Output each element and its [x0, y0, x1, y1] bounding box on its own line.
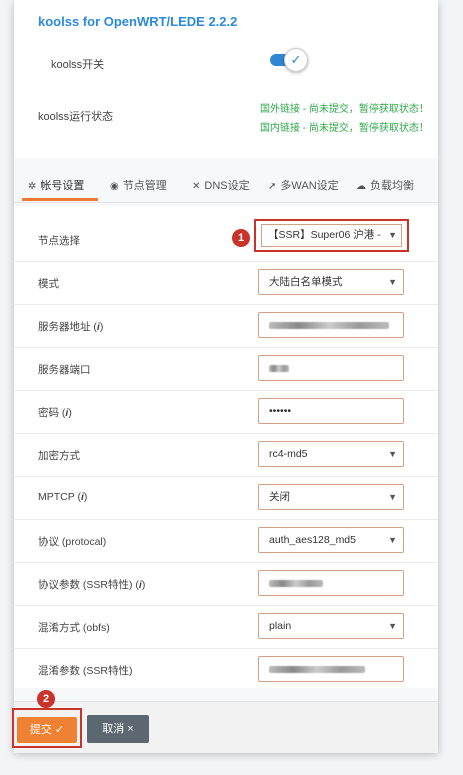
mptcp-label: MPTCP (i): [38, 491, 88, 503]
mode-value: 大陆白名单模式: [269, 276, 343, 288]
tab-label: 多WAN设定: [280, 180, 339, 192]
cloud-icon: ☁: [356, 181, 366, 192]
account-form: 节点选择 模式 大陆白名单模式 ▼ 服务器地址 (i) 服务器端口 密码 (i)…: [14, 206, 438, 688]
mptcp-value: 关闭: [269, 491, 290, 503]
chevron-down-icon: ▼: [388, 230, 397, 240]
row-obfs: 混淆方式 (obfs) plain ▼: [14, 605, 438, 649]
node-select[interactable]: 【SSR】Super06 沪港 - ▼: [261, 224, 402, 247]
encrypt-label: 加密方式: [38, 450, 80, 462]
tools-icon: ✕: [192, 181, 201, 192]
mode-label: 模式: [38, 278, 59, 290]
globe-icon: ◉: [110, 181, 119, 192]
chevron-down-icon: ▼: [388, 535, 397, 545]
redacted-value: [269, 665, 365, 673]
protocol-value: auth_aes128_md5: [269, 534, 356, 546]
app-title: koolss for OpenWRT/LEDE 2.2.2: [38, 14, 238, 29]
tab-label: DNS设定: [204, 180, 250, 192]
chevron-down-icon: ▼: [388, 449, 397, 459]
mptcp-select[interactable]: 关闭 ▼: [258, 484, 404, 510]
chevron-down-icon: ▼: [388, 492, 397, 502]
chevron-down-icon: ▼: [388, 277, 397, 287]
row-server: 服务器地址 (i): [14, 304, 438, 348]
redacted-value: [269, 579, 323, 587]
protocol-label: 协议 (protocal): [38, 536, 107, 548]
encrypt-select[interactable]: rc4-md5 ▼: [258, 441, 404, 467]
row-password: 密码 (i) ••••••: [14, 390, 438, 434]
gear-icon: ✲: [28, 181, 37, 192]
node-value: 【SSR】Super06 沪港 -: [268, 229, 381, 241]
row-mode: 模式 大陆白名单模式 ▼: [14, 261, 438, 305]
check-icon: ✓: [284, 48, 308, 72]
port-input[interactable]: [258, 355, 404, 381]
tab-multiwan[interactable]: ➚ 多WAN设定: [268, 177, 339, 193]
protocol-select[interactable]: auth_aes128_md5 ▼: [258, 527, 404, 553]
koolss-toggle[interactable]: ✓: [270, 47, 310, 73]
annotation-badge-2: 2: [37, 690, 55, 708]
row-encrypt: 加密方式 rc4-md5 ▼: [14, 433, 438, 477]
arrow-icon: ➚: [268, 181, 277, 192]
obfs-select[interactable]: plain ▼: [258, 613, 404, 639]
server-label: 服务器地址 (i): [38, 321, 104, 333]
row-protocol-param: 协议参数 (SSR特性) (i): [14, 562, 438, 606]
tab-bar: ✲ 帐号设置 ◉ 节点管理 ✕ DNS设定 ➚ 多WAN设定 ☁ 负载均衡: [14, 168, 438, 203]
redacted-value: [269, 364, 289, 372]
encrypt-value: rc4-md5: [269, 448, 308, 460]
port-label: 服务器端口: [38, 364, 91, 376]
app-frame: koolss for OpenWRT/LEDE 2.2.2 koolss开关 ✓…: [12, 0, 438, 753]
obfs-value: plain: [269, 620, 292, 632]
run-status-label: koolss运行状态: [38, 111, 114, 123]
protocol-param-input[interactable]: [258, 570, 404, 596]
domestic-status: 国内链接 - 尚未提交，暂停获取状态！: [260, 123, 429, 134]
obfs-param-input[interactable]: [258, 656, 404, 682]
row-obfs-param: 混淆参数 (SSR特性): [14, 648, 438, 691]
node-select-highlight: 【SSR】Super06 沪港 - ▼: [254, 219, 409, 252]
cancel-button[interactable]: 取消 ×: [87, 715, 149, 743]
server-input[interactable]: [258, 312, 404, 338]
tab-nodes[interactable]: ◉ 节点管理: [110, 177, 167, 193]
tab-loadbalance[interactable]: ☁ 负载均衡: [356, 177, 414, 193]
switch-label: koolss开关: [51, 59, 105, 71]
row-mptcp: MPTCP (i) 关闭 ▼: [14, 476, 438, 520]
tab-label: 帐号设置: [40, 180, 85, 192]
row-port: 服务器端口: [14, 347, 438, 391]
submit-button[interactable]: 提交 ✓: [17, 717, 77, 743]
annotation-badge-1: 1: [232, 229, 250, 247]
tab-label: 节点管理: [122, 180, 167, 192]
redacted-value: [269, 321, 389, 329]
tab-dns[interactable]: ✕ DNS设定: [192, 177, 250, 193]
obfs-param-label: 混淆参数 (SSR特性): [38, 665, 133, 677]
obfs-label: 混淆方式 (obfs): [38, 622, 110, 634]
node-label: 节点选择: [38, 235, 80, 247]
protocol-param-label: 协议参数 (SSR特性) (i): [38, 579, 146, 591]
mode-select[interactable]: 大陆白名单模式 ▼: [258, 269, 404, 295]
tab-account[interactable]: ✲ 帐号设置: [28, 177, 84, 193]
active-tab-indicator: [22, 198, 98, 201]
password-label: 密码 (i): [38, 407, 72, 419]
tab-label: 负载均衡: [370, 180, 414, 192]
status-card: koolss for OpenWRT/LEDE 2.2.2 koolss开关 ✓…: [14, 0, 438, 158]
password-input[interactable]: ••••••: [258, 398, 404, 424]
chevron-down-icon: ▼: [388, 621, 397, 631]
foreign-status: 国外链接 - 尚未提交，暂停获取状态！: [260, 104, 429, 115]
row-protocol: 协议 (protocal) auth_aes128_md5 ▼: [14, 519, 438, 563]
submit-highlight: 提交 ✓: [12, 708, 82, 748]
